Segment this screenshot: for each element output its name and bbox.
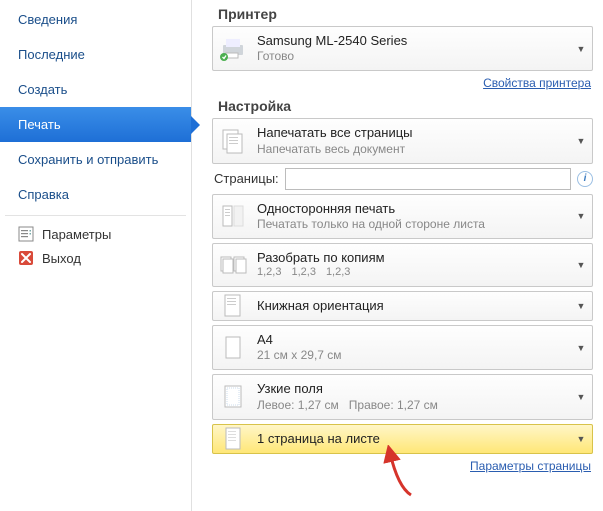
selected-arrow-icon bbox=[191, 116, 200, 134]
info-icon[interactable]: i bbox=[577, 171, 593, 187]
caret-down-icon: ▼ bbox=[570, 260, 592, 270]
caret-down-icon: ▼ bbox=[570, 392, 592, 402]
pages-label: Страницы: bbox=[212, 171, 279, 186]
margins-selector[interactable]: Узкие поля Левое: 1,27 см Правое: 1,27 с… bbox=[212, 374, 593, 419]
pages-all-icon bbox=[213, 128, 253, 154]
duplex-sub: Печатать только на одной стороне листа bbox=[257, 217, 566, 232]
pages-input[interactable] bbox=[285, 168, 571, 190]
settings-section-title: Настройка bbox=[218, 98, 593, 114]
printer-status: Готово bbox=[257, 49, 566, 64]
pages-per-sheet-selector[interactable]: 1 страница на листе ▼ bbox=[212, 424, 593, 454]
paper-size-selector[interactable]: A4 21 см x 29,7 см ▼ bbox=[212, 325, 593, 370]
portrait-icon bbox=[213, 293, 253, 319]
print-scope-selector[interactable]: Напечатать все страницы Напечатать весь … bbox=[212, 118, 593, 163]
sidebar-sub-label: Параметры bbox=[42, 227, 111, 242]
margins-title: Узкие поля bbox=[257, 381, 566, 397]
printer-name: Samsung ML-2540 Series bbox=[257, 33, 566, 49]
sidebar-item-info[interactable]: Сведения bbox=[0, 2, 191, 37]
collate-sub: 1,2,31,2,31,2,3 bbox=[257, 266, 566, 280]
sidebar-item-help[interactable]: Справка bbox=[0, 177, 191, 212]
printer-section-title: Принтер bbox=[218, 6, 593, 22]
printer-icon bbox=[213, 37, 253, 61]
collate-title: Разобрать по копиям bbox=[257, 250, 566, 266]
sidebar-sub-label: Выход bbox=[42, 251, 81, 266]
collate-selector[interactable]: Разобрать по копиям 1,2,31,2,31,2,3 ▼ bbox=[212, 243, 593, 287]
scope-title: Напечатать все страницы bbox=[257, 125, 566, 141]
sidebar-item-recent[interactable]: Последние bbox=[0, 37, 191, 72]
caret-down-icon: ▼ bbox=[570, 343, 592, 353]
page-setup-link[interactable]: Параметры страницы bbox=[470, 459, 591, 473]
sidebar-item-label: Печать bbox=[18, 117, 61, 132]
main-panel: Принтер Samsung ML-2540 Series Готово ▼ … bbox=[192, 0, 603, 511]
caret-down-icon: ▼ bbox=[570, 211, 592, 221]
caret-down-icon: ▼ bbox=[570, 301, 592, 311]
paper-sub: 21 см x 29,7 см bbox=[257, 348, 566, 363]
duplex-selector[interactable]: Односторонняя печать Печатать только на … bbox=[212, 194, 593, 239]
orientation-title: Книжная ориентация bbox=[257, 298, 566, 314]
options-icon bbox=[18, 226, 34, 242]
printer-properties-link[interactable]: Свойства принтера bbox=[483, 76, 591, 90]
printer-selector[interactable]: Samsung ML-2540 Series Готово ▼ bbox=[212, 26, 593, 71]
sidebar-separator bbox=[5, 215, 186, 216]
sidebar-item-print[interactable]: Печать bbox=[0, 107, 191, 142]
caret-down-icon: ▼ bbox=[570, 136, 592, 146]
one-side-icon bbox=[213, 203, 253, 229]
sidebar-item-new[interactable]: Создать bbox=[0, 72, 191, 107]
caret-down-icon: ▼ bbox=[570, 44, 592, 54]
collate-icon bbox=[213, 253, 253, 277]
sidebar-item-exit[interactable]: Выход bbox=[0, 246, 191, 270]
duplex-title: Односторонняя печать bbox=[257, 201, 566, 217]
exit-icon bbox=[18, 250, 34, 266]
scope-sub: Напечатать весь документ bbox=[257, 142, 566, 157]
one-per-sheet-icon bbox=[213, 426, 253, 452]
sidebar: Сведения Последние Создать Печать Сохран… bbox=[0, 0, 192, 511]
orientation-selector[interactable]: Книжная ориентация ▼ bbox=[212, 291, 593, 321]
paper-icon bbox=[213, 335, 253, 361]
paper-title: A4 bbox=[257, 332, 566, 348]
margins-icon bbox=[213, 384, 253, 410]
sidebar-item-options[interactable]: Параметры bbox=[0, 222, 191, 246]
sheets-title: 1 страница на листе bbox=[257, 431, 566, 447]
margins-sub: Левое: 1,27 см Правое: 1,27 см bbox=[257, 398, 566, 413]
caret-down-icon: ▼ bbox=[570, 434, 592, 444]
sidebar-item-save-send[interactable]: Сохранить и отправить bbox=[0, 142, 191, 177]
pages-row: Страницы: i bbox=[212, 168, 593, 190]
